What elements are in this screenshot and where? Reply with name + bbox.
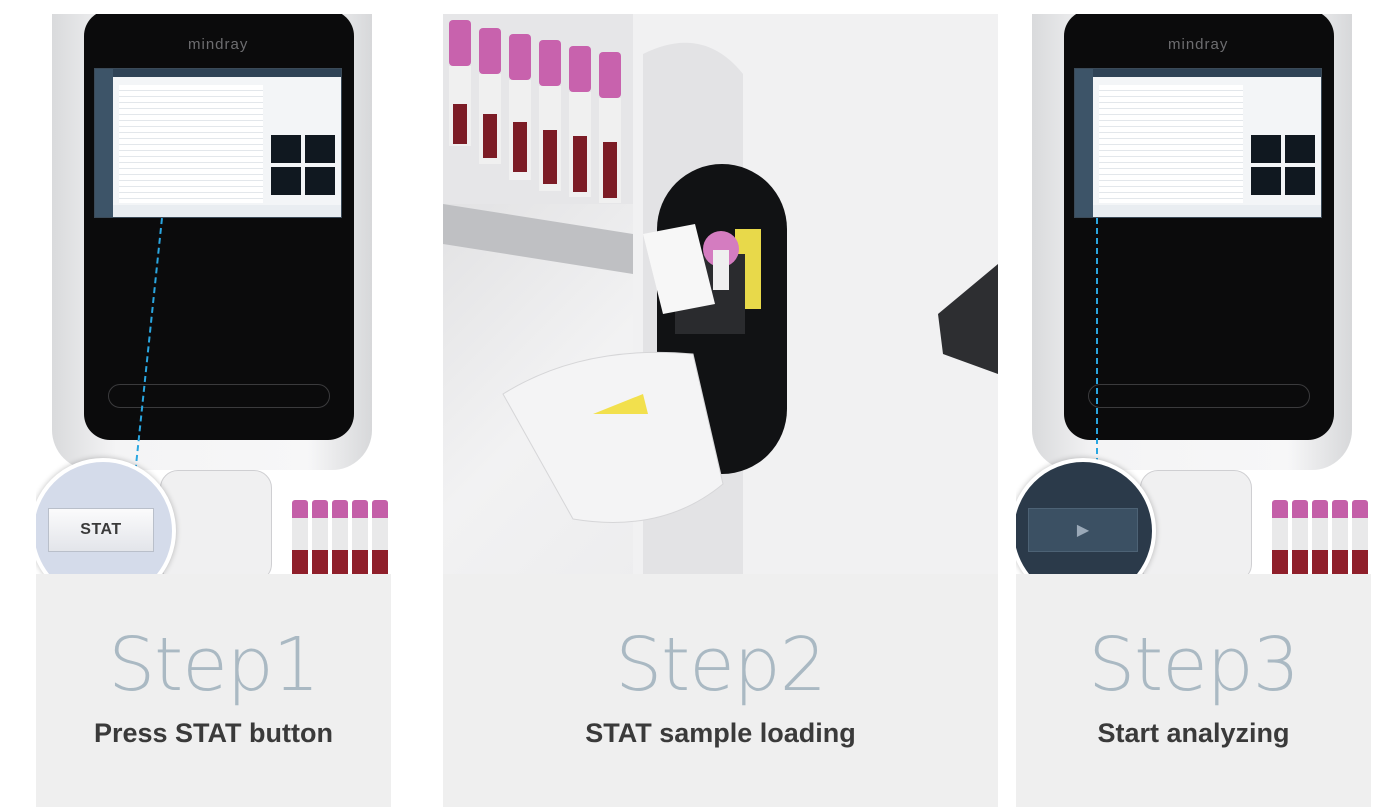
ui-topbar <box>95 69 341 77</box>
stat-zoom-callout: STAT <box>36 458 176 574</box>
sample-loader <box>160 470 272 574</box>
ui-bottom-bar <box>1093 205 1321 217</box>
screen-ui <box>94 68 342 218</box>
ui-scatter-plot <box>1285 135 1315 163</box>
ui-result-table <box>119 85 263 203</box>
step-description: Press STAT button <box>93 718 333 748</box>
step2-loading-photo <box>443 14 998 574</box>
stat-loading-illustration <box>443 14 998 574</box>
step-title: Step3 <box>1088 622 1300 708</box>
brand-logo: mindray <box>188 36 249 53</box>
tube-rack <box>1272 500 1368 574</box>
highlight-pointer-line <box>1096 218 1098 474</box>
ui-histogram <box>1251 167 1281 195</box>
ui-scatter-plot <box>1251 135 1281 163</box>
start-analysis-button[interactable]: ▶ <box>1028 508 1138 552</box>
step1-panel: mindray STAT Step1 Press STAT button <box>36 0 391 807</box>
ui-sidebar <box>1075 69 1093 217</box>
analyzer-touchscreen: mindray <box>84 14 354 440</box>
step-title: Step1 <box>108 622 320 708</box>
ui-scatter-plot <box>271 135 301 163</box>
brand-logo: mindray <box>1168 36 1229 53</box>
step3-panel: mindray ▶ Step3 Start analyzing <box>1016 0 1371 807</box>
play-icon: ▶ <box>1076 522 1090 539</box>
stat-button[interactable]: STAT <box>48 508 154 552</box>
step-description: STAT sample loading <box>585 718 856 748</box>
ui-histogram <box>1285 167 1315 195</box>
ui-histogram <box>305 167 335 195</box>
sample-status-bar <box>1088 384 1310 408</box>
loading-tray <box>502 351 724 523</box>
ui-sidebar <box>95 69 113 217</box>
ui-result-table <box>1099 85 1243 203</box>
ui-topbar <box>1075 69 1321 77</box>
step-title: Step2 <box>615 622 827 708</box>
step1-caption: Step1 Press STAT button <box>36 574 391 807</box>
screen-ui <box>1074 68 1322 218</box>
analyzer-touchscreen: mindray <box>1064 14 1334 440</box>
step2-caption: Step2 STAT sample loading <box>443 574 998 807</box>
ui-bottom-bar <box>113 205 341 217</box>
start-zoom-callout: ▶ <box>1016 458 1156 574</box>
step3-caption: Step3 Start analyzing <box>1016 574 1371 807</box>
step2-panel: Step2 STAT sample loading <box>443 0 998 807</box>
step1-analyzer-photo: mindray STAT <box>36 14 391 574</box>
ui-scatter-plot <box>305 135 335 163</box>
tube-rack <box>292 500 388 574</box>
step-description: Start analyzing <box>1097 718 1290 748</box>
ui-histogram <box>271 167 301 195</box>
step3-analyzer-photo: mindray ▶ <box>1016 14 1371 574</box>
sample-loader <box>1140 470 1252 574</box>
